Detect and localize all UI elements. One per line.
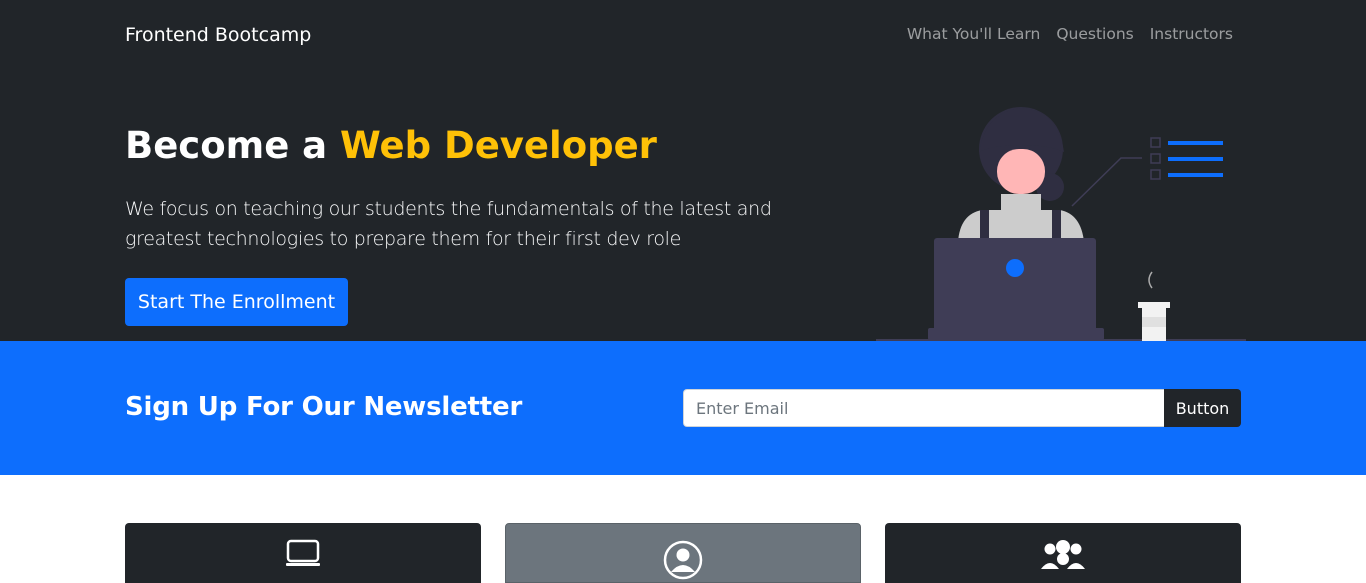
hero-title-highlight: Web Developer bbox=[340, 124, 657, 167]
card-1 bbox=[125, 523, 481, 583]
developer-illustration bbox=[876, 107, 1246, 341]
nav-links: What You'll Learn Questions Instructors bbox=[907, 25, 1233, 43]
navbar: Frontend Bootcamp What You'll Learn Ques… bbox=[0, 0, 1366, 72]
nav-link-instructors[interactable]: Instructors bbox=[1150, 25, 1233, 43]
hero-section: Become a Web Developer We focus on teach… bbox=[0, 72, 1366, 341]
newsletter-section: Sign Up For Our Newsletter Button bbox=[0, 341, 1366, 475]
person-circle-icon bbox=[663, 540, 703, 580]
card-2 bbox=[505, 523, 861, 583]
nav-link-learn[interactable]: What You'll Learn bbox=[907, 25, 1041, 43]
hero-title: Become a Web Developer bbox=[125, 124, 657, 167]
newsletter-submit-button[interactable]: Button bbox=[1164, 389, 1241, 427]
boxes-section bbox=[0, 475, 1366, 583]
email-input[interactable] bbox=[683, 389, 1164, 427]
nav-link-questions[interactable]: Questions bbox=[1056, 25, 1133, 43]
start-enrollment-button[interactable]: Start The Enrollment bbox=[125, 278, 348, 326]
people-icon bbox=[1041, 540, 1085, 569]
laptop-icon bbox=[286, 539, 320, 566]
hero-description: We focus on teaching our students the fu… bbox=[125, 198, 772, 250]
brand-link[interactable]: Frontend Bootcamp bbox=[125, 24, 311, 46]
card-3 bbox=[885, 523, 1241, 583]
newsletter-input-group: Button bbox=[683, 389, 1241, 427]
newsletter-title: Sign Up For Our Newsletter bbox=[125, 392, 523, 422]
hero-title-prefix: Become a bbox=[125, 124, 341, 167]
